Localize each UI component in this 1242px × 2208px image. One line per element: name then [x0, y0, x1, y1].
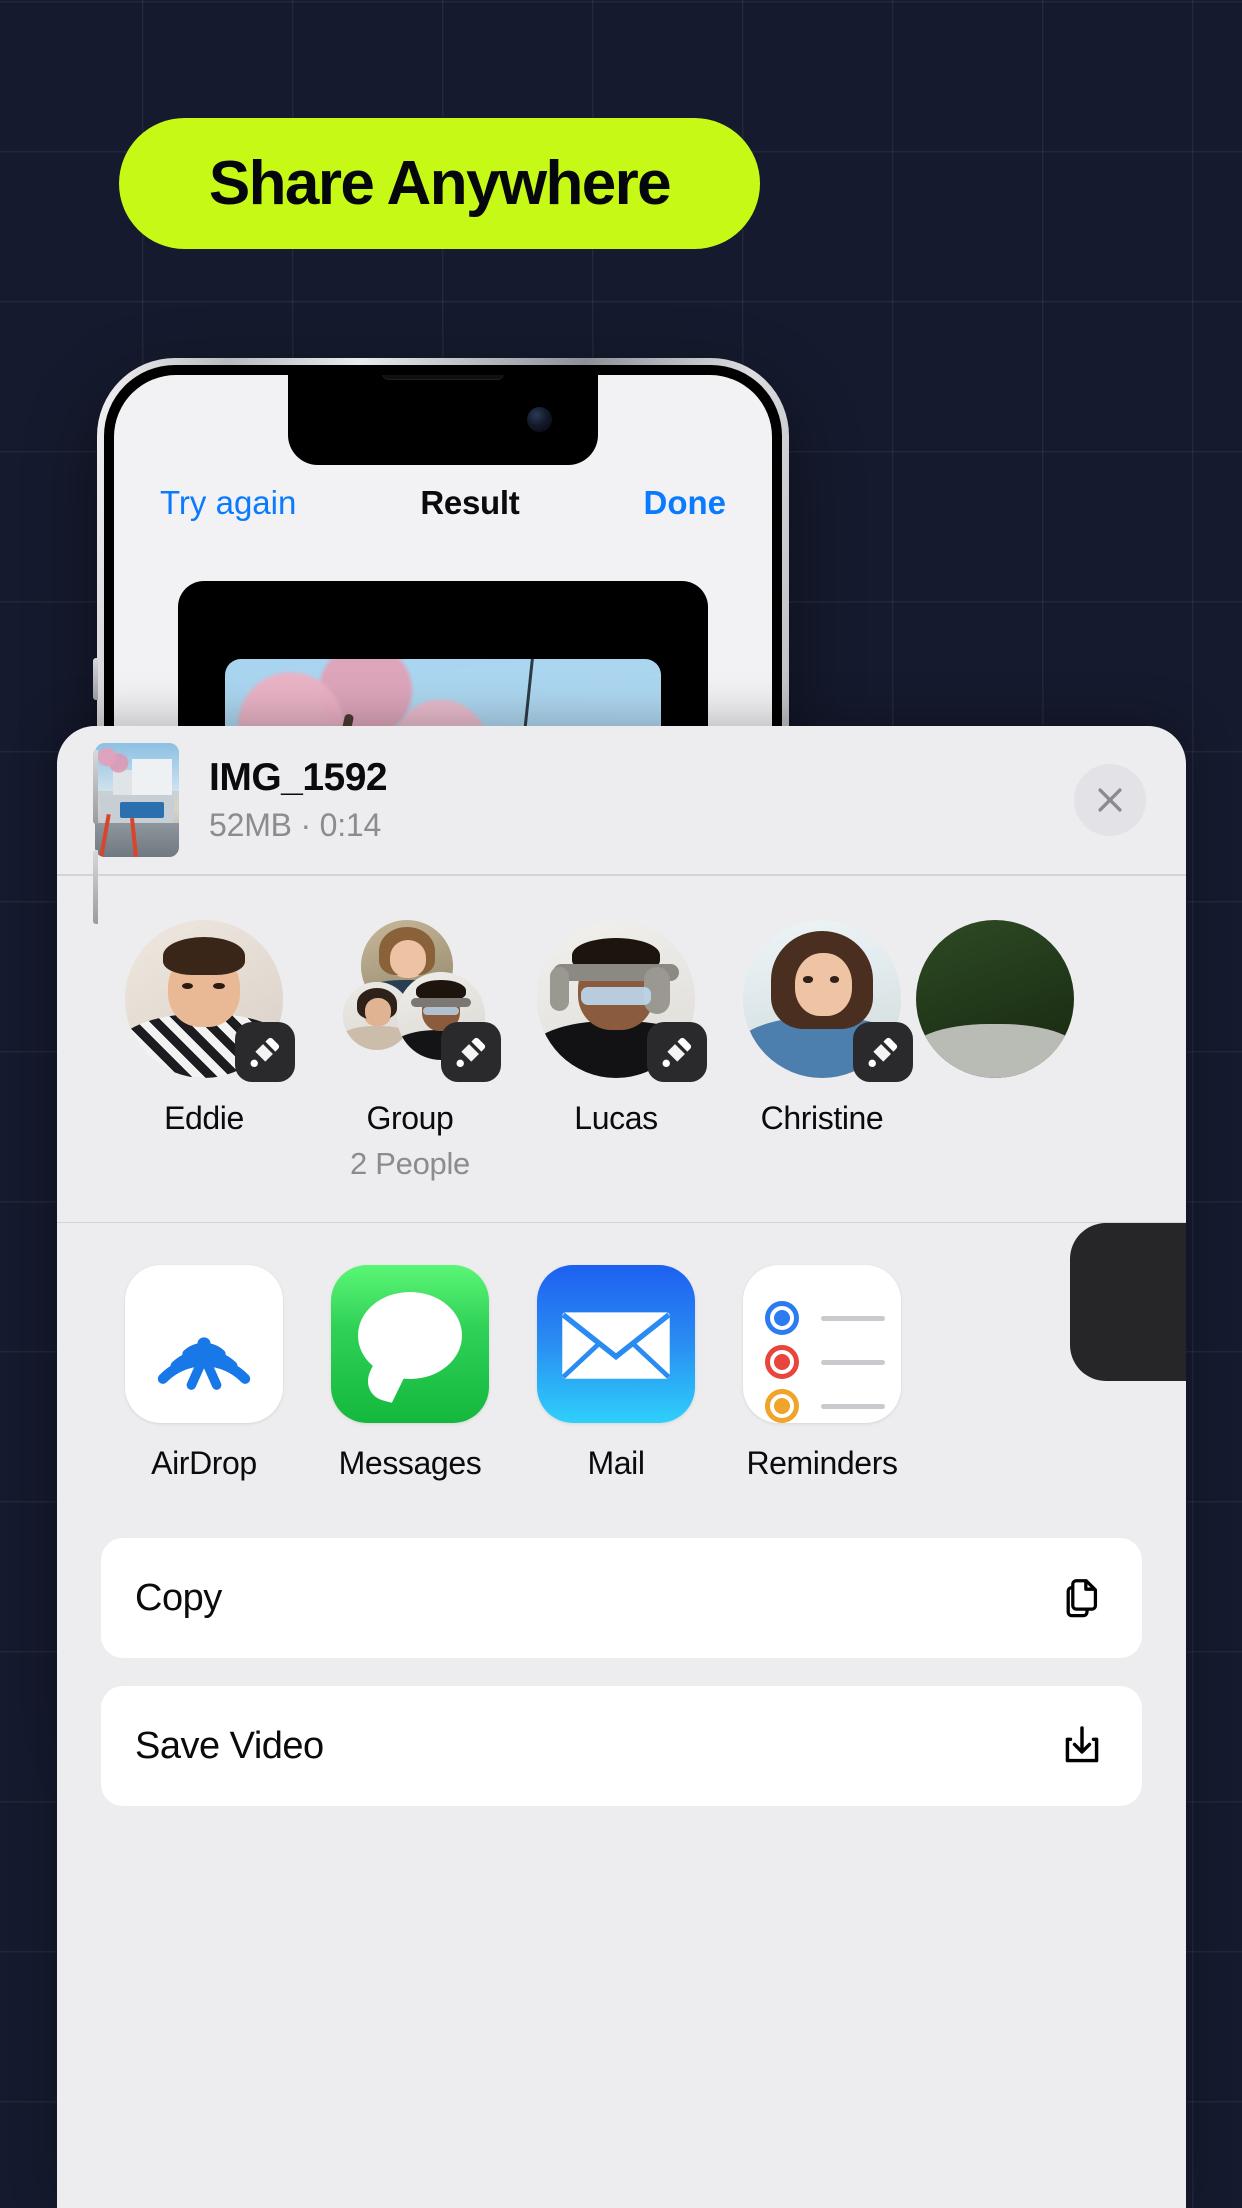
- avatar-wrap: [743, 919, 913, 1082]
- app-label: Mail: [587, 1445, 645, 1481]
- earpiece-speaker: [382, 375, 504, 380]
- phone-notch: [288, 375, 598, 465]
- app-label: Reminders: [746, 1445, 898, 1481]
- file-details: 52MB · 0:14: [209, 807, 382, 844]
- share-sheet-header: IMG_1592 52MB · 0:14: [57, 726, 1186, 874]
- action-label: Copy: [135, 1576, 222, 1619]
- share-sheet: IMG_1592 52MB · 0:14 Eddie Group 2 Peopl…: [57, 726, 1186, 2208]
- copy-icon: [1056, 1572, 1108, 1624]
- app-label: Messages: [338, 1445, 482, 1481]
- app-reminders[interactable]: Reminders: [719, 1265, 925, 1482]
- contact-group[interactable]: Group 2 People: [307, 919, 513, 1182]
- phone-silent-switch: [93, 658, 98, 700]
- airdrop-badge-icon: [235, 1021, 295, 1082]
- phone-page-title: Result: [420, 484, 520, 521]
- avatar-wrap: [537, 919, 707, 1082]
- contact-lucas[interactable]: Lucas: [513, 919, 719, 1182]
- airdrop-badge-icon: [647, 1021, 707, 1082]
- contact-eddie[interactable]: Eddie: [101, 919, 307, 1182]
- done-button[interactable]: Done: [644, 484, 727, 522]
- contact-sub: 2 People: [350, 1145, 470, 1181]
- app-label: AirDrop: [151, 1445, 257, 1481]
- reminders-icon: [743, 1265, 901, 1423]
- try-again-button[interactable]: Try again: [160, 484, 296, 522]
- mail-icon: [537, 1265, 695, 1423]
- file-thumbnail: [95, 743, 179, 857]
- airdrop-badge-icon: [441, 1021, 501, 1082]
- contact-christine[interactable]: Christine: [719, 919, 925, 1182]
- save-download-icon: [1056, 1720, 1108, 1772]
- avatar: [916, 919, 1074, 1078]
- headline-pill: Share Anywhere: [119, 118, 760, 249]
- apps-row: AirDrop Messages Mail Reminders: [57, 1223, 1186, 1516]
- app-icon-partial[interactable]: [1070, 1223, 1186, 1381]
- close-button[interactable]: [1074, 764, 1146, 836]
- airdrop-badge-icon: [853, 1021, 913, 1082]
- front-camera-icon: [527, 407, 552, 432]
- avatar-wrap: [125, 919, 295, 1082]
- app-messages[interactable]: Messages: [307, 1265, 513, 1482]
- action-label: Save Video: [135, 1724, 324, 1767]
- messages-icon: [331, 1265, 489, 1423]
- action-copy[interactable]: Copy: [101, 1538, 1142, 1658]
- contact-name: Group: [366, 1099, 454, 1136]
- phone-navigation-bar: Try again Result Done: [114, 471, 772, 535]
- contact-partial[interactable]: [916, 919, 1074, 1182]
- actions-list: Copy Save Video: [57, 1516, 1186, 1806]
- phone-volume-up-button: [93, 750, 98, 824]
- airdrop-icon: [125, 1265, 283, 1423]
- app-mail[interactable]: Mail: [513, 1265, 719, 1482]
- contact-name: Lucas: [574, 1099, 658, 1136]
- contact-name: Christine: [760, 1099, 884, 1136]
- contact-name: Eddie: [164, 1099, 244, 1136]
- close-icon: [1098, 788, 1122, 812]
- avatar-wrap: [331, 919, 501, 1082]
- file-meta: IMG_1592 52MB · 0:14: [209, 755, 388, 845]
- action-save-video[interactable]: Save Video: [101, 1686, 1142, 1806]
- file-name: IMG_1592: [209, 755, 388, 799]
- phone-volume-down-button: [93, 850, 98, 924]
- contacts-row: Eddie Group 2 People Lucas Christine: [57, 876, 1186, 1222]
- headline-text: Share Anywhere: [208, 148, 672, 218]
- app-airdrop[interactable]: AirDrop: [101, 1265, 307, 1482]
